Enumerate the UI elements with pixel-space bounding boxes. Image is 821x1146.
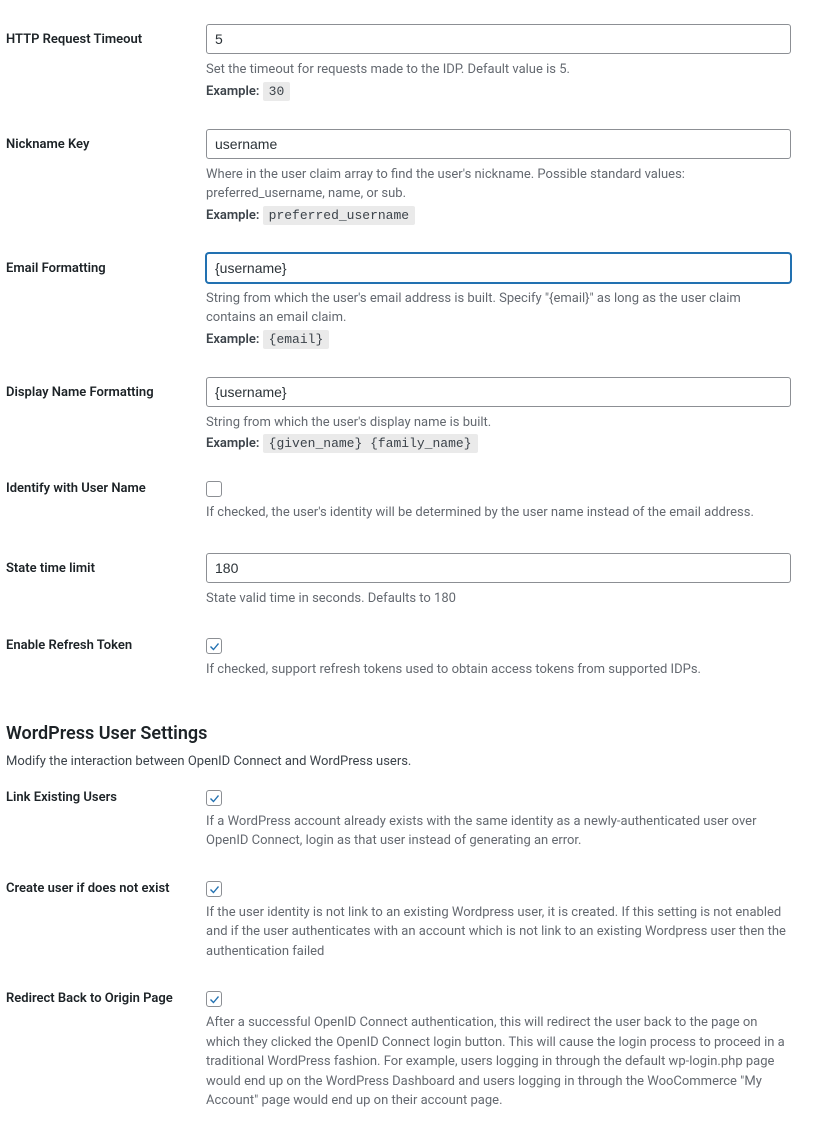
enable-refresh-token-checkbox[interactable] [206,638,222,654]
identify-with-user-name-label: Identify with User Name [6,481,206,498]
create-user-description: If the user identity is not link to an e… [206,903,791,962]
identify-with-user-name-description: If checked, the user's identity will be … [206,503,791,523]
section-description: Modify the interaction between OpenID Co… [6,754,811,769]
example-code: {email} [263,330,330,349]
link-existing-users-description: If a WordPress account already exists wi… [206,812,791,851]
identify-with-user-name-checkbox[interactable] [206,481,222,497]
example-label: Example: [206,208,259,223]
example-code: 30 [263,82,291,101]
nickname-key-label: Nickname Key [6,129,206,154]
state-time-limit-input[interactable] [206,553,791,583]
http-request-timeout-label: HTTP Request Timeout [6,24,206,49]
redirect-back-checkbox[interactable] [206,991,222,1007]
link-existing-users-label: Link Existing Users [6,790,206,807]
redirect-back-label: Redirect Back to Origin Page [6,991,206,1008]
example-code: {given_name} {family_name} [263,434,478,453]
nickname-key-description: Where in the user claim array to find th… [206,165,791,204]
http-request-timeout-input[interactable] [206,24,791,54]
example-label: Example: [206,84,259,99]
nickname-key-input[interactable] [206,129,791,159]
example-label: Example: [206,436,259,451]
enable-refresh-token-label: Enable Refresh Token [6,638,206,655]
enable-refresh-token-description: If checked, support refresh tokens used … [206,660,791,680]
create-user-label: Create user if does not exist [6,881,206,898]
link-existing-users-checkbox[interactable] [206,790,222,806]
state-time-limit-description: State valid time in seconds. Defaults to… [206,589,791,609]
email-formatting-label: Email Formatting [6,253,206,278]
display-name-formatting-input[interactable] [206,377,791,407]
email-formatting-description: String from which the user's email addre… [206,289,791,328]
redirect-back-description: After a successful OpenID Connect authen… [206,1013,791,1111]
display-name-formatting-description: String from which the user's display nam… [206,413,791,433]
state-time-limit-label: State time limit [6,553,206,578]
display-name-formatting-label: Display Name Formatting [6,377,206,402]
create-user-checkbox[interactable] [206,881,222,897]
email-formatting-input[interactable] [206,253,791,283]
http-request-timeout-description: Set the timeout for requests made to the… [206,60,791,80]
example-code: preferred_username [263,206,415,225]
section-title: WordPress User Settings [6,723,811,748]
example-label: Example: [206,332,259,347]
